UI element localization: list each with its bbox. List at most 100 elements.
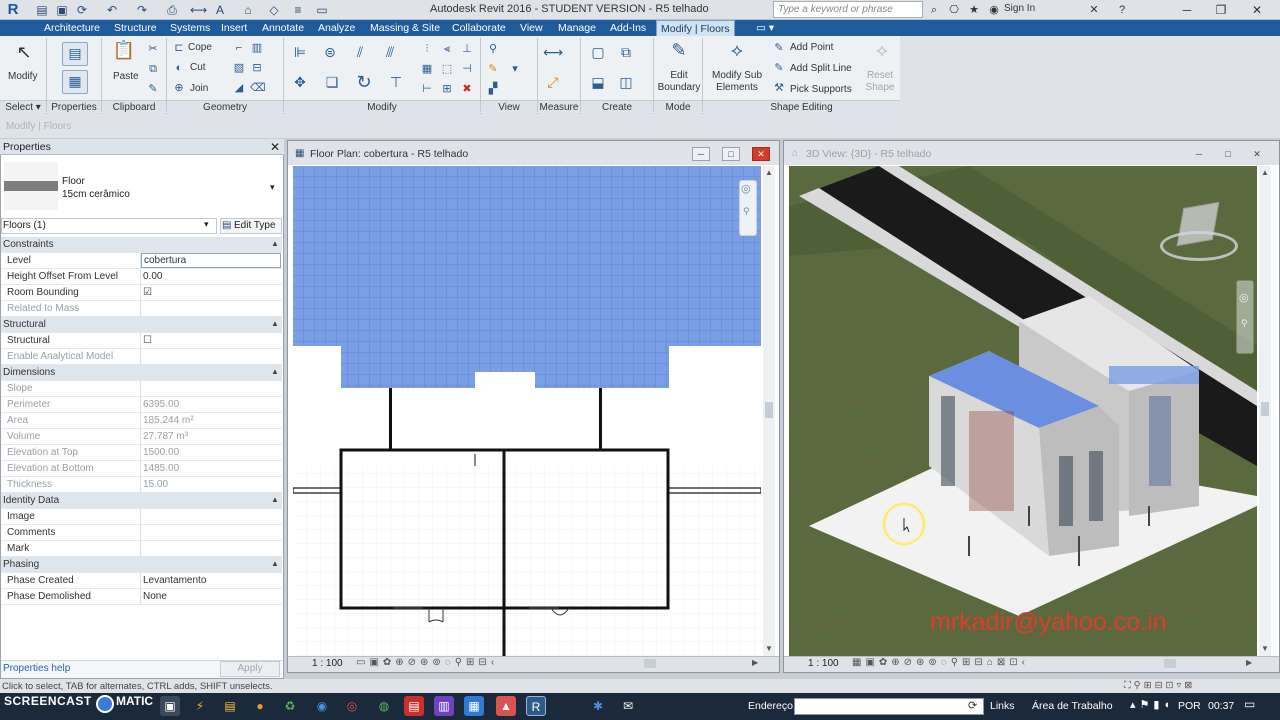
- save-icon[interactable]: ▣: [54, 2, 70, 18]
- scroll-down-icon[interactable]: ▼: [765, 644, 773, 653]
- modify-button[interactable]: Modify: [8, 71, 37, 82]
- tab-systems[interactable]: Systems: [166, 20, 214, 36]
- favorites-icon[interactable]: ★: [966, 2, 982, 18]
- taskbar-media-icon[interactable]: ●: [250, 696, 270, 716]
- property-row[interactable]: Comments: [1, 525, 282, 541]
- exchange-icon[interactable]: ✕: [1086, 2, 1102, 18]
- collapse-icon[interactable]: ▲: [271, 559, 279, 568]
- unpin-icon[interactable]: ⊣: [460, 62, 474, 76]
- modify-sub-elements-icon[interactable]: ⟡: [724, 40, 750, 66]
- floor-plan-minimize-button[interactable]: ─: [692, 147, 710, 161]
- 3d-view-controls[interactable]: ▦▣✿⊕⊘⊛⊚◌⚲⊞⊟⌂⊠⊡‹: [852, 657, 1029, 668]
- tab-architecture[interactable]: Architecture: [40, 20, 104, 36]
- property-category[interactable]: Constraints ▲: [1, 237, 282, 253]
- mirror-axis-icon[interactable]: ⫽: [350, 42, 370, 62]
- modify-cursor-icon[interactable]: ↖: [12, 42, 36, 68]
- cut-icon[interactable]: ✂: [146, 42, 160, 56]
- property-category[interactable]: Identity Data ▲: [1, 493, 282, 509]
- tab-view[interactable]: View: [516, 20, 547, 36]
- tab-manage[interactable]: Manage: [554, 20, 600, 36]
- taskbar-explorer-icon[interactable]: ▤: [220, 696, 240, 716]
- modify-sub-elements-button[interactable]: Modify Sub Elements: [705, 70, 769, 94]
- create-assembly-icon[interactable]: ▢: [588, 42, 608, 62]
- paste-button[interactable]: Paste: [113, 71, 139, 82]
- 3d-scroll-down-icon[interactable]: ▼: [1261, 644, 1269, 653]
- desktop-toolbar[interactable]: Área de Trabalho: [1032, 700, 1113, 712]
- mirror-draw-icon[interactable]: ⫻: [380, 42, 400, 62]
- property-value[interactable]: 0.00: [143, 271, 162, 282]
- property-category[interactable]: Phasing ▲: [1, 557, 282, 573]
- join-button[interactable]: Join: [190, 83, 208, 94]
- trim-multiple-icon[interactable]: ⊢: [420, 82, 434, 96]
- add-split-line-button[interactable]: Add Split Line: [790, 63, 852, 74]
- property-value[interactable]: cobertura: [141, 253, 281, 268]
- property-value[interactable]: Levantamento: [143, 575, 206, 586]
- property-row[interactable]: Height Offset From Level 0.00: [1, 269, 282, 285]
- 3d-vscroll-thumb[interactable]: [1261, 402, 1269, 416]
- property-row[interactable]: Phase Created Levantamento: [1, 573, 282, 589]
- copy-icon[interactable]: ⧉: [146, 62, 160, 76]
- help-icon[interactable]: ?: [1114, 2, 1130, 18]
- floor-plan-maximize-button[interactable]: □: [722, 147, 740, 161]
- join-roof-icon[interactable]: ◢: [232, 81, 246, 95]
- pick-supports-button[interactable]: Pick Supports: [790, 84, 852, 95]
- measure-icon[interactable]: ⟷: [190, 2, 207, 18]
- property-row[interactable]: Room Bounding ☑: [1, 285, 282, 301]
- tab-insert[interactable]: Insert: [217, 20, 251, 36]
- 3d-zoom-icon[interactable]: ⚲: [1241, 318, 1248, 329]
- property-value[interactable]: ☐: [143, 335, 152, 346]
- 3d-view-scale[interactable]: 1 : 100: [808, 658, 839, 669]
- align-icon[interactable]: ⊫: [290, 42, 310, 62]
- taskbar-sync-icon[interactable]: ♻: [280, 696, 300, 716]
- zoom-icon[interactable]: ⚲: [743, 206, 750, 217]
- remove-paint-icon[interactable]: ⌫: [250, 81, 266, 95]
- 3d-scroll-up-icon[interactable]: ▲: [1261, 168, 1269, 177]
- notifications-icon[interactable]: ▭: [1244, 697, 1255, 711]
- taskbar-lightning-icon[interactable]: ⚡: [190, 696, 210, 716]
- split-element-icon[interactable]: ⫶: [420, 42, 434, 56]
- edit-boundary-button[interactable]: Edit Boundary: [656, 70, 702, 94]
- 3d-view-close-button[interactable]: ✕: [1248, 147, 1266, 161]
- section-icon[interactable]: ◇: [266, 2, 282, 18]
- switch-windows-icon[interactable]: ▭: [314, 2, 330, 18]
- array-icon[interactable]: ▦: [420, 62, 434, 76]
- properties-help-link[interactable]: Properties help: [3, 663, 70, 674]
- tab-massing-site[interactable]: Massing & Site: [366, 20, 444, 36]
- property-category[interactable]: Structural ▲: [1, 317, 282, 333]
- split-face-icon[interactable]: ▥: [250, 41, 264, 55]
- property-category[interactable]: Dimensions ▲: [1, 365, 282, 381]
- steering-wheel-icon[interactable]: ◎: [741, 182, 751, 195]
- match-type-icon[interactable]: ✎: [146, 82, 160, 96]
- address-refresh-icon[interactable]: ⟳: [968, 699, 977, 712]
- 3d-steering-wheel-icon[interactable]: ◎: [1239, 291, 1249, 304]
- language-indicator[interactable]: POR: [1178, 700, 1201, 712]
- viewcube-compass[interactable]: [1160, 231, 1238, 261]
- tab-modify-floors[interactable]: Modify | Floors: [656, 20, 735, 36]
- rotate-icon[interactable]: ↻: [354, 72, 374, 92]
- property-row[interactable]: Mark: [1, 541, 282, 557]
- add-point-button[interactable]: Add Point: [790, 42, 833, 53]
- add-point-icon[interactable]: ✎: [772, 41, 786, 55]
- floor-plan-vscroll-thumb[interactable]: [765, 402, 773, 418]
- property-row[interactable]: Image: [1, 509, 282, 525]
- move-icon[interactable]: ✥: [290, 72, 310, 92]
- scroll-up-icon[interactable]: ▲: [765, 168, 773, 177]
- paint-icon[interactable]: ▧: [232, 61, 246, 75]
- linework-icon[interactable]: ▞: [486, 82, 500, 96]
- floor-plan-hscroll-thumb[interactable]: [644, 659, 656, 668]
- tray-icons[interactable]: ▴⚑▮◖: [1130, 698, 1174, 711]
- trim-icon[interactable]: ⊤: [386, 72, 406, 92]
- create-group-icon[interactable]: ⬓: [588, 72, 608, 92]
- tab-annotate[interactable]: Annotate: [258, 20, 308, 36]
- links-toolbar[interactable]: Links: [990, 700, 1015, 712]
- taskbar-pdf-icon[interactable]: ▤: [404, 696, 424, 716]
- app-logo-icon[interactable]: R: [2, 1, 24, 19]
- property-row[interactable]: Structural ☐: [1, 333, 282, 349]
- split-gap-icon[interactable]: ⫷: [440, 42, 454, 56]
- join-icon[interactable]: ⊕: [172, 81, 186, 95]
- redo-icon[interactable]: ↷: [134, 2, 150, 18]
- collapse-icon[interactable]: ▲: [271, 367, 279, 376]
- 3d-hscroll-thumb[interactable]: [1164, 659, 1176, 668]
- edit-boundary-icon[interactable]: ✎: [666, 40, 692, 66]
- floor-plan-close-button[interactable]: ✕: [752, 147, 770, 161]
